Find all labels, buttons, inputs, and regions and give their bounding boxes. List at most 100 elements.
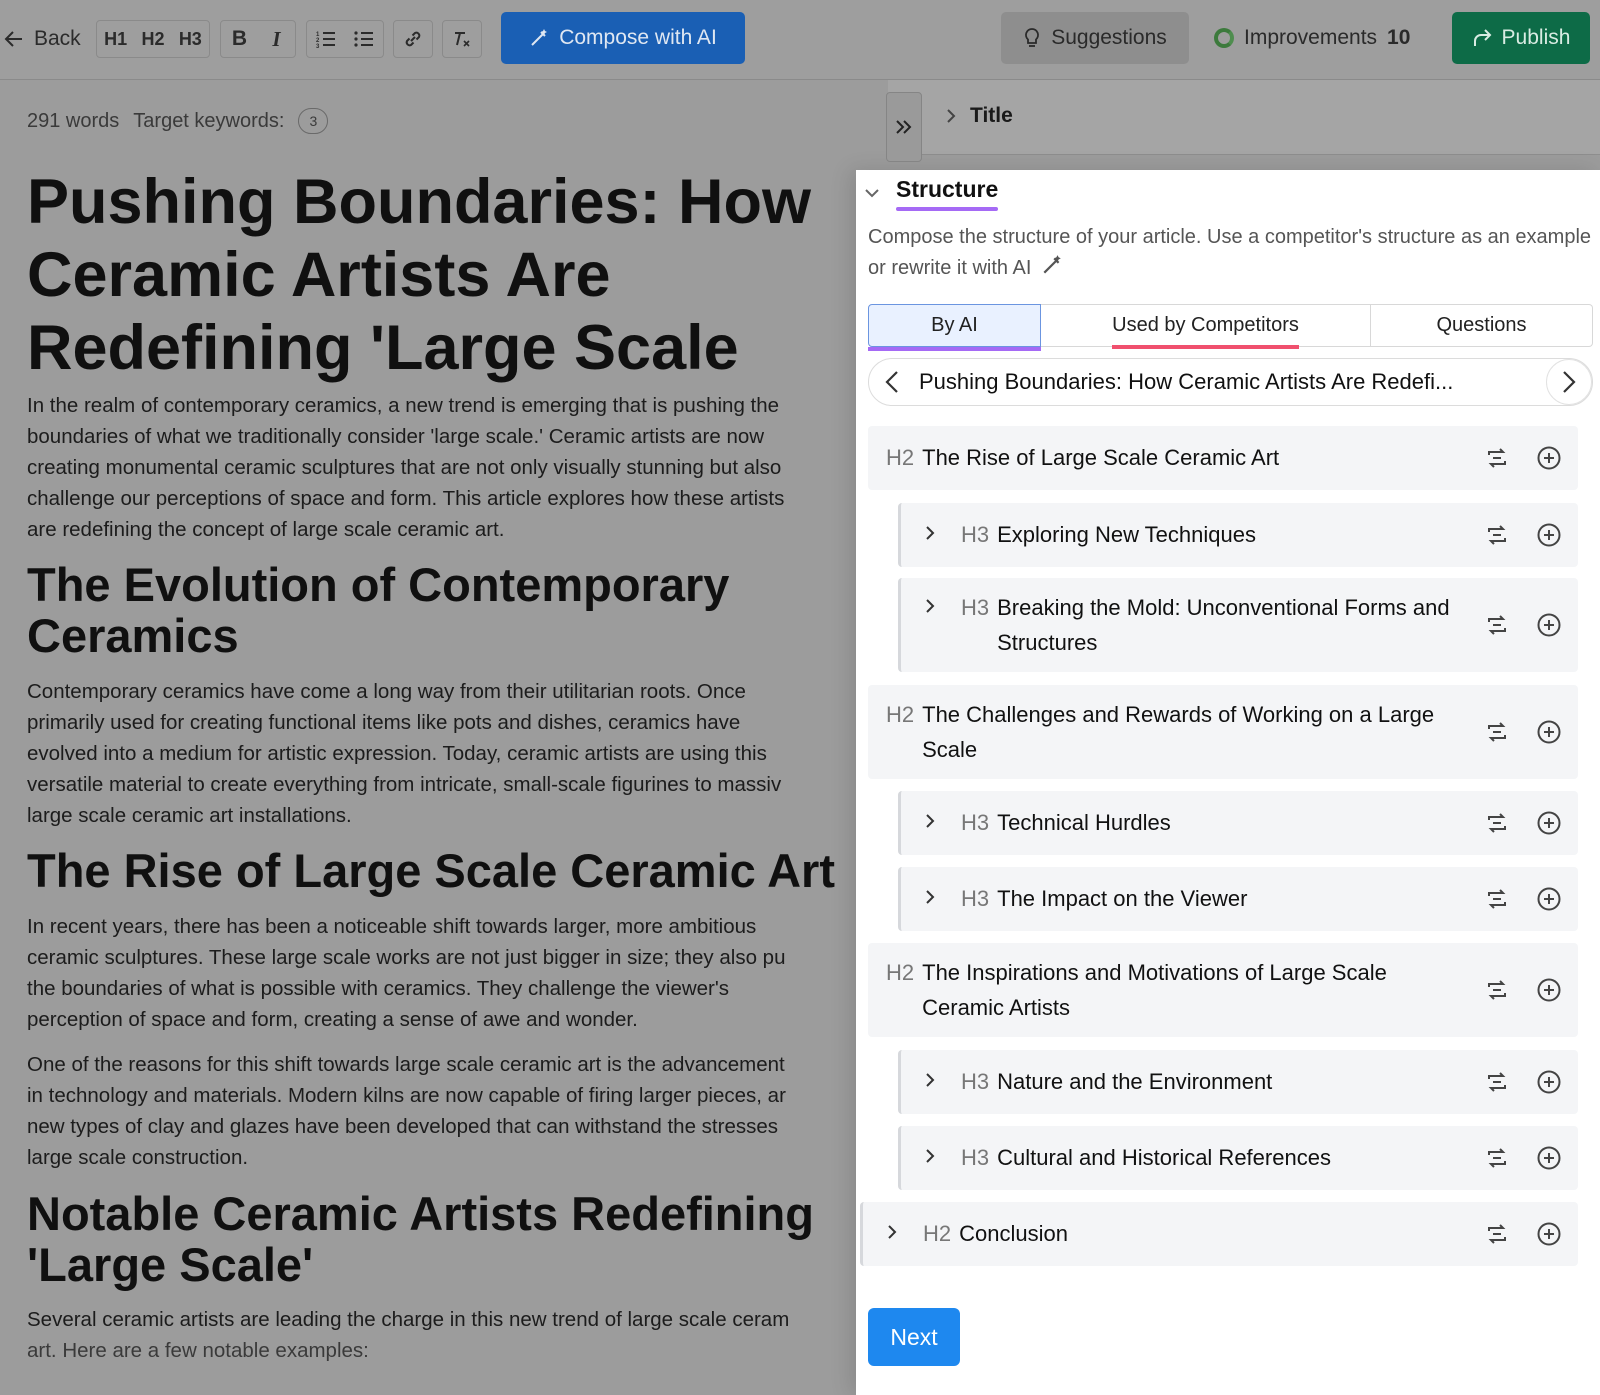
rewrite-icon[interactable] xyxy=(1484,977,1510,1003)
outline-h3-item[interactable]: H3 Cultural and Historical References xyxy=(898,1126,1578,1190)
link-icon xyxy=(405,31,421,47)
outline-h3-item[interactable]: H3 The Impact on the Viewer xyxy=(898,867,1578,931)
keyword-count-badge[interactable]: 3 xyxy=(298,108,329,134)
heading-text: The Inspirations and Motivations of Larg… xyxy=(922,960,1387,1020)
rewrite-icon[interactable] xyxy=(1484,612,1510,638)
rewrite-icon[interactable] xyxy=(1484,719,1510,745)
h2-button[interactable]: H2 xyxy=(134,21,171,57)
h3-label: H3 xyxy=(178,28,202,49)
paragraph-line: Several ceramic artists are leading the … xyxy=(27,1308,790,1331)
previous-variant-button[interactable] xyxy=(869,359,915,405)
expand-chevron-icon[interactable] xyxy=(925,517,947,548)
outline-h3-item[interactable]: H3 Breaking the Mold: Unconventional Form… xyxy=(898,578,1578,672)
structure-section-toggle[interactable]: Structure xyxy=(864,176,999,211)
bold-button[interactable]: B xyxy=(221,21,258,57)
paragraph-line: evolved into a medium for artistic expre… xyxy=(27,742,767,765)
bullet-list-button[interactable] xyxy=(345,21,383,57)
outline-h2-item[interactable]: H2 The Inspirations and Motivations of La… xyxy=(868,943,1578,1037)
rewrite-icon[interactable] xyxy=(1484,886,1510,912)
heading-text: Breaking the Mold: Unconventional Forms … xyxy=(997,595,1450,655)
structure-panel: Structure Compose the structure of your … xyxy=(856,170,1600,1395)
next-variant-button[interactable] xyxy=(1546,359,1592,405)
h1-label: H1 xyxy=(104,28,128,49)
article-editor[interactable]: 291 words Target keywords: 3 Pushing Bou… xyxy=(27,80,857,1395)
next-button[interactable]: Next xyxy=(868,1308,960,1366)
magic-wand-icon xyxy=(1043,255,1061,274)
rewrite-icon[interactable] xyxy=(1484,810,1510,836)
outline-h2-item[interactable]: H2 The Rise of Large Scale Ceramic Art xyxy=(868,426,1578,490)
outline-h3-item[interactable]: H3 Nature and the Environment xyxy=(898,1050,1578,1114)
suggestions-button[interactable]: Suggestions xyxy=(1001,12,1189,64)
tab-used-by-competitors[interactable]: Used by Competitors xyxy=(1041,304,1371,349)
item-actions xyxy=(1484,1069,1562,1095)
add-circle-icon[interactable] xyxy=(1536,1145,1562,1171)
expand-chevron-icon[interactable] xyxy=(925,805,947,836)
back-button[interactable]: Back xyxy=(4,20,81,58)
add-circle-icon[interactable] xyxy=(1536,522,1562,548)
h2-label: H2 xyxy=(141,28,165,49)
clear-format-button[interactable] xyxy=(442,20,482,58)
section-paragraph[interactable]: One of the reasons for this shift toward… xyxy=(27,1049,857,1173)
add-circle-icon[interactable] xyxy=(1536,810,1562,836)
article-title[interactable]: Pushing Boundaries: How Ceramic Artists … xyxy=(27,166,847,385)
tab-questions[interactable]: Questions xyxy=(1371,304,1593,347)
expand-chevron-icon[interactable] xyxy=(925,881,947,912)
section-heading[interactable]: Notable Ceramic Artists Redefining 'Larg… xyxy=(27,1188,857,1290)
add-circle-icon[interactable] xyxy=(1536,1221,1562,1247)
lightbulb-icon xyxy=(1025,28,1040,47)
tab-label: By AI xyxy=(931,314,978,336)
intro-paragraph[interactable]: In the realm of contemporary ceramics, a… xyxy=(27,390,857,545)
rewrite-icon[interactable] xyxy=(1484,445,1510,471)
structure-tabs: By AI Used by Competitors Questions xyxy=(868,304,1593,351)
heading-text: Cultural and Historical References xyxy=(997,1145,1331,1170)
expand-chevron-icon[interactable] xyxy=(925,1140,947,1171)
outline-h3-item[interactable]: H3 Exploring New Techniques xyxy=(898,503,1578,567)
expand-chevron-icon[interactable] xyxy=(925,1064,947,1095)
outline-h2-item[interactable]: H2 The Challenges and Rewards of Working … xyxy=(868,685,1578,779)
rewrite-icon[interactable] xyxy=(1484,1069,1510,1095)
outline-h3-item[interactable]: H3 Technical Hurdles xyxy=(898,791,1578,855)
title-section-toggle[interactable]: Title xyxy=(946,104,1013,128)
expand-chevron-icon[interactable] xyxy=(925,590,947,621)
h1-button[interactable]: H1 xyxy=(97,21,134,57)
publish-button[interactable]: Publish xyxy=(1452,12,1590,64)
tab-label: Used by Competitors xyxy=(1112,314,1299,349)
add-circle-icon[interactable] xyxy=(1536,719,1562,745)
section-paragraph[interactable]: In recent years, there has been a notice… xyxy=(27,911,857,1035)
chevron-down-icon xyxy=(865,188,879,197)
add-circle-icon[interactable] xyxy=(1536,1069,1562,1095)
next-label: Next xyxy=(890,1323,938,1350)
italic-button[interactable]: I xyxy=(258,21,295,57)
heading-text: The Impact on the Viewer xyxy=(997,886,1248,911)
ordered-list-button[interactable]: 123 xyxy=(307,21,345,57)
section-paragraph[interactable]: Contemporary ceramics have come a long w… xyxy=(27,676,857,831)
tab-label: Questions xyxy=(1436,314,1527,336)
rewrite-icon[interactable] xyxy=(1484,1145,1510,1171)
expand-chevron-icon[interactable] xyxy=(887,1216,909,1247)
paragraph-line: in technology and materials. Modern kiln… xyxy=(27,1084,786,1107)
outline-h2-item[interactable]: H2 Conclusion xyxy=(860,1202,1578,1266)
h3-button[interactable]: H3 xyxy=(172,21,209,57)
selected-variant-title: Pushing Boundaries: How Ceramic Artists … xyxy=(919,369,1454,394)
item-actions xyxy=(1484,445,1562,471)
add-circle-icon[interactable] xyxy=(1536,445,1562,471)
structure-title: Structure xyxy=(896,176,999,211)
collapse-panel-button[interactable] xyxy=(886,92,922,162)
section-heading[interactable]: The Evolution of Contemporary Ceramics xyxy=(27,559,857,661)
section-heading[interactable]: The Rise of Large Scale Ceramic Art xyxy=(27,845,857,896)
rewrite-icon[interactable] xyxy=(1484,1221,1510,1247)
ordered-list-icon: 123 xyxy=(316,32,335,48)
item-actions xyxy=(1484,719,1562,745)
item-actions xyxy=(1484,810,1562,836)
tab-by-ai[interactable]: By AI xyxy=(868,304,1041,351)
add-circle-icon[interactable] xyxy=(1536,612,1562,638)
section-paragraph[interactable]: Several ceramic artists are leading the … xyxy=(27,1304,857,1366)
heading-level-label: H3 xyxy=(961,886,990,911)
title-section-label: Title xyxy=(970,104,1013,127)
compose-with-ai-button[interactable]: Compose with AI xyxy=(501,12,745,64)
improvements-button[interactable]: Improvements 10 xyxy=(1214,12,1410,64)
rewrite-icon[interactable] xyxy=(1484,522,1510,548)
link-button[interactable] xyxy=(393,20,433,58)
add-circle-icon[interactable] xyxy=(1536,977,1562,1003)
add-circle-icon[interactable] xyxy=(1536,886,1562,912)
